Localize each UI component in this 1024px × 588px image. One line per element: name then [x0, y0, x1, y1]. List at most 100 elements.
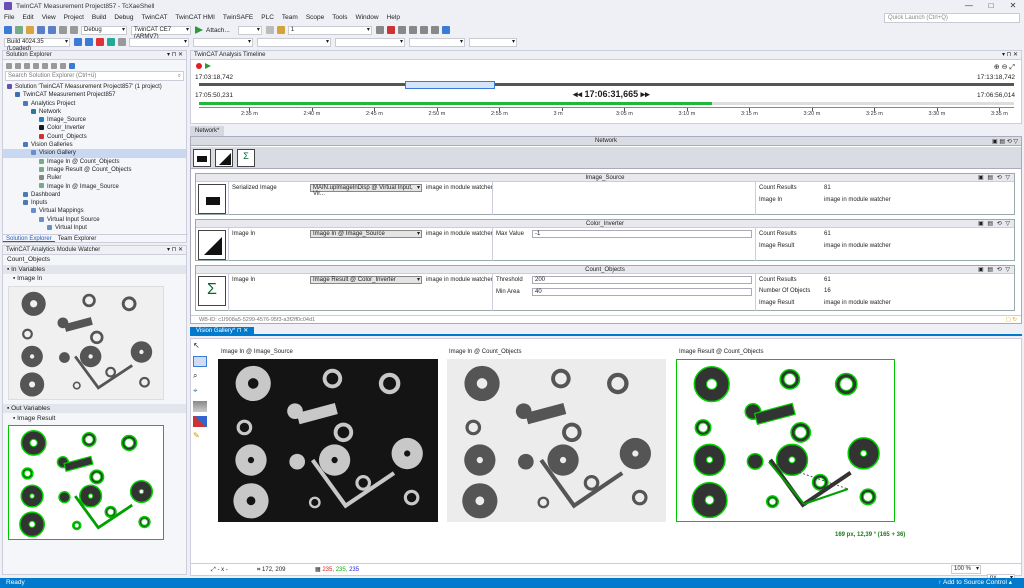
- search-icon[interactable]: ⌕: [178, 72, 181, 80]
- threshold-input[interactable]: 200: [532, 276, 752, 284]
- target-select[interactable]: TwinCAT CE7 (ARMV7): [131, 25, 191, 40]
- menu-edit[interactable]: Edit: [22, 14, 33, 21]
- crosshair-icon[interactable]: ⌖: [193, 386, 207, 397]
- module-color-inverter[interactable]: Color_Inverter ▣ ▤ ⟲ ▽ Image In Image In …: [195, 219, 1015, 261]
- timeline-current-time[interactable]: ◂◂ 17:06:31,665 ▸▸: [573, 89, 650, 100]
- toolbar-combo-empty[interactable]: [129, 37, 189, 47]
- toolbox-inverter[interactable]: [215, 149, 233, 167]
- toolbar-combo-empty[interactable]: [193, 37, 253, 47]
- module-icon-box[interactable]: [198, 184, 226, 214]
- build-select[interactable]: Build 4024.35 (Loaded): [4, 37, 70, 52]
- module-icons[interactable]: ▣ ▤ ⟲ ▽: [978, 266, 1011, 274]
- gallery-image-result[interactable]: [676, 359, 895, 522]
- refresh-icon[interactable]: ▢ ↻: [1006, 316, 1017, 325]
- toolbar-icon[interactable]: [265, 26, 274, 34]
- sync-icon[interactable]: [33, 62, 39, 69]
- toolbar-combo-empty[interactable]: [335, 37, 405, 47]
- attach-button[interactable]: Attach...: [206, 27, 230, 34]
- tree-item[interactable]: Vision Gallery: [3, 149, 186, 158]
- back-icon[interactable]: [4, 26, 12, 34]
- ruler-icon[interactable]: [193, 356, 207, 367]
- toolbar-icon[interactable]: [441, 26, 450, 34]
- tree-item[interactable]: Virtual Input: [3, 224, 186, 232]
- properties-icon[interactable]: [60, 62, 66, 69]
- toolbar-icon[interactable]: [96, 38, 104, 46]
- menu-twincat-hmi[interactable]: TwinCAT HMI: [175, 14, 215, 21]
- tree-item[interactable]: Virtual Input Source: [3, 216, 186, 224]
- solution-search-input[interactable]: Search Solution Explorer (Ctrl+ü) ⌕: [5, 71, 184, 81]
- module-icon-box[interactable]: Σ: [198, 276, 226, 306]
- toolbar-icon[interactable]: [397, 26, 406, 34]
- in-source-select[interactable]: Image Result @ Color_Inverter: [310, 276, 422, 284]
- timeline-overview-track[interactable]: [199, 83, 1014, 86]
- tree-item[interactable]: Dashboard: [3, 191, 186, 199]
- magnifier-icon[interactable]: ⌕: [193, 371, 207, 382]
- toolbar-icon[interactable]: [386, 26, 395, 34]
- toolbar-combo-empty[interactable]: [469, 37, 517, 47]
- toolbar-combo-empty[interactable]: [257, 37, 331, 47]
- module-count-objects[interactable]: Count_Objects ▣ ▤ ⟲ ▽ Σ Image In Image Re…: [195, 265, 1015, 311]
- tree-item[interactable]: Image In @ Image_Source: [3, 183, 186, 191]
- forward-icon[interactable]: [15, 62, 21, 69]
- tree-item[interactable]: Image Result @ Count_Objects: [3, 166, 186, 174]
- tab-team-explorer[interactable]: Team Explorer: [55, 235, 100, 242]
- refresh-icon[interactable]: [42, 62, 48, 69]
- forward-icon[interactable]: [15, 26, 23, 34]
- back-icon[interactable]: [6, 62, 12, 69]
- collapse-icon[interactable]: [51, 62, 57, 69]
- preview-icon[interactable]: [69, 62, 75, 69]
- toolbar-icon[interactable]: [74, 38, 82, 46]
- tab-vision-gallery[interactable]: Vision Gallery* ⊓ ✕: [190, 327, 255, 335]
- redo-icon[interactable]: [70, 26, 78, 34]
- start-icon[interactable]: [195, 26, 203, 34]
- menu-view[interactable]: View: [42, 14, 56, 21]
- color-picker-icon[interactable]: [193, 416, 207, 427]
- menu-file[interactable]: File: [4, 14, 14, 21]
- toolbar-icon[interactable]: [85, 38, 93, 46]
- module-icons[interactable]: ▣ ▤ ⟲ ▽: [978, 220, 1011, 228]
- save-icon[interactable]: [37, 26, 45, 34]
- counter-select[interactable]: 1: [287, 25, 372, 35]
- watcher-image-in[interactable]: [8, 286, 164, 400]
- tab-network[interactable]: Network*: [190, 126, 225, 136]
- pin-icon[interactable]: ▾ ⊓ ✕: [167, 246, 183, 255]
- toolbar-icon[interactable]: [118, 38, 126, 46]
- menu-twincat[interactable]: TwinCAT: [142, 14, 168, 21]
- tree-item[interactable]: Analytics Project: [3, 100, 186, 108]
- menu-scope[interactable]: Scope: [306, 14, 324, 21]
- toolbar-combo-empty[interactable]: [409, 37, 465, 47]
- min-area-input[interactable]: 40: [532, 288, 752, 296]
- record-icon[interactable]: [196, 63, 202, 69]
- watcher-image-result[interactable]: [8, 425, 164, 540]
- zoom-select[interactable]: 100 %: [951, 565, 981, 574]
- tree-item[interactable]: Image In @ Count_Objects: [3, 158, 186, 166]
- toolbar-icon[interactable]: [419, 26, 428, 34]
- in-source-select[interactable]: MAIN.uplmageInDisp @ Virtual Input, Vir.…: [310, 184, 422, 197]
- toolbar-combo-empty[interactable]: [237, 25, 262, 35]
- undo-icon[interactable]: [59, 26, 67, 34]
- menu-build[interactable]: Build: [92, 14, 106, 21]
- histogram-icon[interactable]: [193, 401, 207, 412]
- tree-item[interactable]: Virtual Mappings: [3, 207, 186, 215]
- play-icon[interactable]: [205, 63, 211, 69]
- menu-twinsafe[interactable]: TwinSAFE: [223, 14, 253, 21]
- menu-help[interactable]: Help: [387, 14, 400, 21]
- tab-solution-explorer[interactable]: Solution Explorer: [3, 235, 55, 242]
- pencil-icon[interactable]: ✎: [193, 431, 207, 442]
- in-variables-header[interactable]: ▪ In Variables: [3, 265, 186, 274]
- new-project-icon[interactable]: [26, 26, 34, 34]
- tree-item[interactable]: Inputs: [3, 199, 186, 207]
- gallery-image-source[interactable]: [218, 359, 438, 522]
- folder-icon[interactable]: [276, 26, 285, 34]
- quick-launch-input[interactable]: Quick Launch (Ctrl+Q): [884, 13, 1020, 23]
- maximize-button[interactable]: □: [980, 0, 1002, 12]
- pin-icon[interactable]: ▾ ⊓ ✕: [167, 51, 183, 60]
- minimize-button[interactable]: —: [958, 0, 980, 12]
- toolbar-icon[interactable]: [430, 26, 439, 34]
- menu-project[interactable]: Project: [64, 14, 84, 21]
- menu-plc[interactable]: PLC: [261, 14, 274, 21]
- module-icon-box[interactable]: [198, 230, 226, 260]
- menu-window[interactable]: Window: [355, 14, 378, 21]
- tree-item[interactable]: Solution 'TwinCAT Measurement Project857…: [3, 83, 186, 91]
- tree-item[interactable]: TwinCAT Measurement Project857: [3, 91, 186, 99]
